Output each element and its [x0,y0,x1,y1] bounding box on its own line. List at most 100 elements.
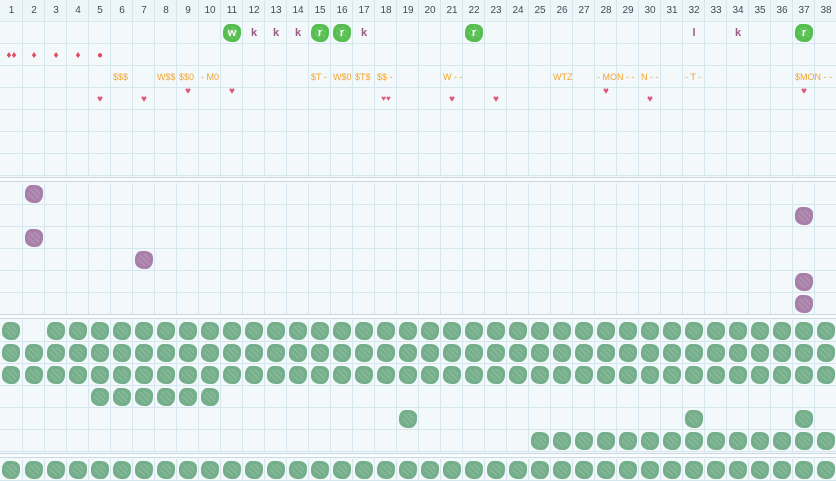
annotation-cell[interactable] [485,154,507,176]
annotation-cell[interactable] [419,154,441,176]
accent-cell[interactable] [221,183,243,205]
track-cell[interactable] [243,430,265,452]
annotation-cell[interactable] [485,110,507,132]
green-block[interactable] [597,344,615,362]
annotation-cell[interactable] [705,154,727,176]
heart-icon[interactable]: ♥ [639,88,661,110]
track-cell[interactable] [221,408,243,430]
accent-cell[interactable] [155,205,177,227]
annotation-cell[interactable] [243,154,265,176]
accent-cell[interactable] [89,183,111,205]
annotation-cell[interactable] [67,88,89,110]
annotation-cell[interactable] [573,88,595,110]
accent-cell[interactable] [551,205,573,227]
letter-marker[interactable]: k [287,22,309,44]
green-block[interactable] [333,461,351,479]
accent-cell[interactable] [485,271,507,293]
accent-cell[interactable] [243,183,265,205]
accent-cell[interactable] [771,183,793,205]
accent-cell[interactable] [727,293,749,315]
green-block[interactable] [597,461,615,479]
track-cell[interactable] [683,386,705,408]
track-cell[interactable] [111,408,133,430]
green-block[interactable] [795,344,813,362]
accent-cell[interactable] [441,227,463,249]
annotation-cell[interactable] [155,22,177,44]
green-block[interactable] [289,344,307,362]
green-block[interactable] [2,322,20,340]
track-cell[interactable] [155,408,177,430]
annotation-cell[interactable] [155,110,177,132]
annotation-cell[interactable] [155,44,177,66]
accent-cell[interactable] [45,205,67,227]
accent-cell[interactable] [507,227,529,249]
green-block[interactable] [201,388,219,406]
accent-cell[interactable] [23,293,45,315]
green-block[interactable] [179,344,197,362]
green-letter-marker[interactable]: r [311,24,329,42]
green-block[interactable] [311,344,329,362]
annotation-cell[interactable] [639,154,661,176]
green-block[interactable] [487,344,505,362]
annotation-cell[interactable] [419,110,441,132]
track-cell[interactable] [287,430,309,452]
annotation-cell[interactable] [23,66,45,88]
accent-cell[interactable] [529,249,551,271]
green-block[interactable] [377,344,395,362]
accent-cell[interactable] [309,249,331,271]
accent-cell[interactable] [89,293,111,315]
track-cell[interactable] [353,430,375,452]
accent-cell[interactable] [0,293,23,315]
accent-cell[interactable] [815,183,836,205]
accent-cell[interactable] [397,205,419,227]
annotation-cell[interactable] [595,110,617,132]
annotation-cell[interactable] [727,132,749,154]
green-letter-marker[interactable]: r [465,24,483,42]
accent-cell[interactable] [67,183,89,205]
annotation-cell[interactable] [309,88,331,110]
annotation-cell[interactable] [419,44,441,66]
purple-block[interactable] [25,229,43,247]
accent-cell[interactable] [353,271,375,293]
accent-cell[interactable] [177,227,199,249]
annotation-cell[interactable] [727,110,749,132]
green-block[interactable] [509,366,527,384]
green-block[interactable] [553,366,571,384]
annotation-cell[interactable] [529,66,551,88]
green-block[interactable] [685,366,703,384]
green-block[interactable] [729,344,747,362]
annotation-cell[interactable] [419,132,441,154]
accent-cell[interactable] [331,271,353,293]
green-block[interactable] [245,322,263,340]
green-block[interactable] [707,461,725,479]
accent-cell[interactable] [793,183,815,205]
track-cell[interactable] [89,430,111,452]
annotation-cell[interactable] [617,110,639,132]
accent-cell[interactable] [309,183,331,205]
purple-block[interactable] [795,273,813,291]
accent-cell[interactable] [375,227,397,249]
accent-cell[interactable] [617,293,639,315]
accent-cell[interactable] [771,205,793,227]
accent-cell[interactable] [331,183,353,205]
accent-cell[interactable] [287,227,309,249]
accent-cell[interactable] [485,227,507,249]
green-block[interactable] [443,322,461,340]
accent-cell[interactable] [331,227,353,249]
annotation-cell[interactable] [507,66,529,88]
track-cell[interactable] [441,408,463,430]
track-cell[interactable] [23,320,45,342]
track-cell[interactable] [177,430,199,452]
green-block[interactable] [575,461,593,479]
annotation-cell[interactable] [177,154,199,176]
annotation-cell[interactable] [353,44,375,66]
annotation-cell[interactable] [397,110,419,132]
annotation-cell[interactable] [111,88,133,110]
heart-icon[interactable]: ♥ [89,88,111,110]
green-block[interactable] [707,366,725,384]
annotation-cell[interactable] [507,88,529,110]
green-block[interactable] [69,322,87,340]
annotation-cell[interactable] [309,154,331,176]
annotation-cell[interactable] [441,110,463,132]
annotation-cell[interactable] [353,132,375,154]
